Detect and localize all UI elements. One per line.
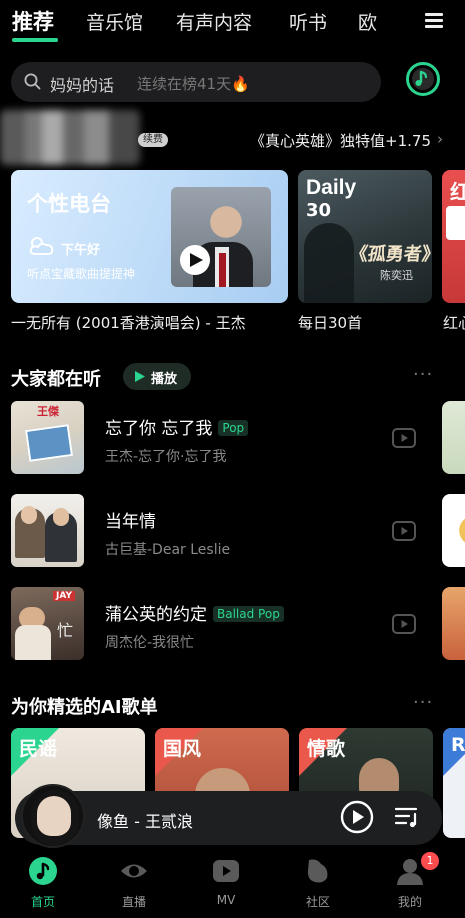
daily-artist-figure: [304, 223, 354, 303]
song-cover: [11, 494, 84, 567]
now-playing-text[interactable]: 像鱼 - 王贰浪: [97, 808, 193, 832]
top-tab-bar: 推荐 音乐馆 有声内容 听书 欧: [0, 0, 465, 48]
daily-30-card[interactable]: Daily 30 《孤勇者》 陈奕迅: [298, 170, 432, 303]
search-icon: [24, 73, 41, 90]
more-options-icon[interactable]: ···: [413, 692, 433, 713]
song-title: 忘了你 忘了我 Pop: [105, 414, 249, 439]
red-card-label: 红: [450, 180, 465, 204]
playlist-label: R: [451, 734, 465, 756]
cover-artist-text: 王傑: [37, 405, 59, 418]
search-hot-keyword: 妈妈的话: [50, 76, 115, 95]
song-subtitle: 周杰伦-我很忙: [105, 635, 195, 651]
bottom-navigation: 首页 直播 MV 社区 1 我的: [0, 850, 465, 918]
nav-mv[interactable]: MV: [191, 850, 261, 918]
playlist-label: 民谣: [19, 738, 58, 760]
play-icon: [190, 253, 203, 267]
daily-caption[interactable]: 每日30首: [298, 312, 362, 333]
nav-label: 直播: [121, 895, 146, 909]
blurred-user-avatar[interactable]: [0, 110, 140, 165]
genre-tag: Pop: [218, 420, 249, 436]
radio-greeting: 下午好: [61, 243, 101, 258]
section-title-everyone-listening: 大家都在听: [11, 369, 101, 390]
mv-play-icon[interactable]: [392, 521, 416, 541]
search-hot-subtitle: 连续在榜41天🔥: [137, 75, 250, 93]
active-tab-indicator: [12, 38, 58, 42]
song-row[interactable]: 当年情 古巨基-Dear Leslie: [11, 494, 431, 568]
menu-icon[interactable]: [425, 10, 445, 32]
home-note-icon: [29, 857, 57, 885]
nav-label: 首页: [30, 895, 55, 909]
peek-song-cover[interactable]: [442, 494, 465, 567]
daily-number: 30: [306, 200, 332, 221]
nav-community[interactable]: 社区: [283, 850, 353, 918]
community-icon: [307, 859, 328, 883]
tab-audiobooks[interactable]: 听书: [289, 8, 327, 35]
renew-badge: 续费: [138, 133, 168, 147]
mv-play-icon[interactable]: [392, 614, 416, 634]
video-play-icon: [213, 860, 239, 882]
nav-label: 社区: [305, 895, 330, 909]
play-icon[interactable]: [340, 800, 374, 834]
peek-song-cover[interactable]: [442, 587, 465, 660]
playlist-icon[interactable]: [395, 805, 421, 829]
radio-caption[interactable]: 一无所有 (2001香港演唱会) - 王杰: [11, 312, 246, 333]
more-options-icon[interactable]: ···: [413, 364, 433, 385]
song-cover: 王傑: [11, 401, 84, 474]
song-title: 蒲公英的约定 Ballad Pop: [105, 600, 284, 625]
music-recognition-icon[interactable]: [405, 61, 441, 97]
chevron-right-icon[interactable]: ›: [437, 130, 443, 148]
genre-tag: Ballad Pop: [213, 606, 284, 622]
nav-profile[interactable]: 1 我的: [375, 850, 445, 918]
song-subtitle: 古巨基-Dear Leslie: [105, 542, 231, 558]
peek-song-cover[interactable]: [442, 401, 465, 474]
radio-play-button[interactable]: [180, 245, 210, 275]
tab-recommend[interactable]: 推荐: [12, 6, 54, 36]
play-all-label: 播放: [151, 372, 178, 387]
notification-badge: 1: [421, 852, 439, 870]
song-row[interactable]: JAY 忙 蒲公英的约定 Ballad Pop 周杰伦-我很忙: [11, 587, 431, 661]
red-card-art: [446, 206, 465, 240]
tab-audio-content[interactable]: 有声内容: [176, 8, 252, 35]
play-all-button[interactable]: 播放: [123, 363, 191, 390]
nav-label: 我的: [397, 895, 422, 909]
red-heart-card[interactable]: 红: [442, 170, 465, 303]
cover-artist-text: JAY: [53, 591, 75, 601]
tab-music-hall[interactable]: 音乐馆: [86, 8, 143, 35]
song-row[interactable]: 王傑 忘了你 忘了我 Pop 王杰-忘了你·忘了我: [11, 401, 431, 475]
tab-europe[interactable]: 欧: [358, 8, 377, 35]
ai-playlist-peek[interactable]: R: [443, 728, 465, 838]
nav-live[interactable]: 直播: [99, 850, 169, 918]
weather-partly-cloudy-icon: [29, 237, 54, 255]
play-icon: [135, 371, 145, 382]
nav-label: MV: [216, 893, 236, 907]
now-playing-cover[interactable]: [21, 784, 85, 848]
search-bar[interactable]: 妈妈的话 连续在榜41天🔥: [11, 62, 381, 102]
radio-title: 个性电台: [27, 192, 111, 216]
red-caption[interactable]: 红心: [443, 312, 465, 333]
daily-cover-artist: 陈奕迅: [380, 269, 413, 282]
tab-overflow-fade: [395, 0, 429, 46]
nav-home[interactable]: 首页: [8, 850, 78, 918]
song-cover: JAY 忙: [11, 587, 84, 660]
eye-icon: [121, 864, 147, 878]
personal-radio-card[interactable]: 个性电台 下午好 听点宝藏歌曲提提神: [11, 170, 288, 303]
mv-play-icon[interactable]: [392, 428, 416, 448]
song-title: 当年情: [105, 512, 156, 532]
playlist-label: 国风: [163, 738, 202, 760]
radio-description: 听点宝藏歌曲提提神: [27, 267, 136, 281]
promo-text[interactable]: 《真心英雄》独特值+1.75: [250, 130, 431, 151]
section-title-ai-playlists: 为你精选的AI歌单: [11, 697, 158, 718]
song-subtitle: 王杰-忘了你·忘了我: [105, 449, 227, 465]
daily-cover-title: 《孤勇者》: [348, 244, 432, 265]
playlist-label: 情歌: [307, 738, 346, 760]
daily-word: Daily: [306, 176, 357, 199]
